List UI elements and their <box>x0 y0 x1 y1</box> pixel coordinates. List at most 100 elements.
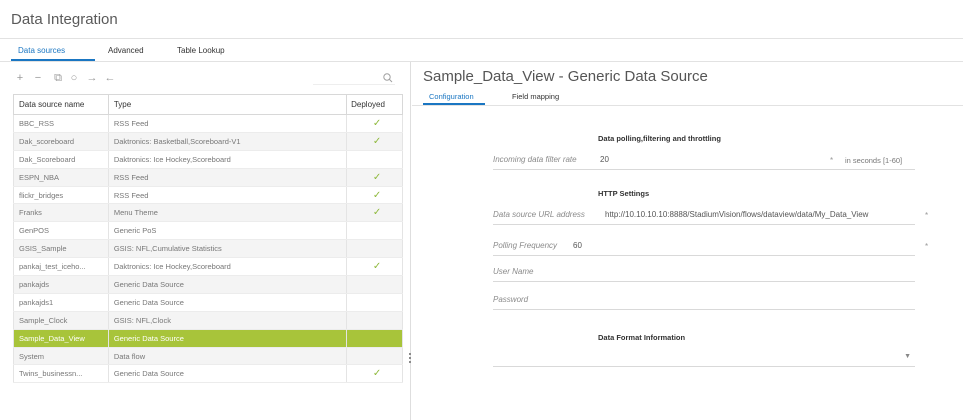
polling-section-heading: Data polling,filtering and throttling <box>598 134 721 143</box>
data-source-type-cell: Menu Theme <box>107 203 348 223</box>
table-row[interactable]: Twins_businessn... Generic Data Source ✓ <box>13 364 403 384</box>
data-source-name-cell: pankaj_test_iceho... <box>13 257 109 277</box>
table-row[interactable]: System Data flow <box>13 347 403 366</box>
table-row[interactable]: GenPOS Generic PoS <box>13 221 403 241</box>
data-source-type-cell: Generic Data Source <box>107 364 348 384</box>
checkmark-icon: ✓ <box>372 261 382 273</box>
data-source-type-cell: RSS Feed <box>107 114 348 133</box>
copy-icon[interactable]: ⧉ <box>51 70 65 86</box>
column-header-type[interactable]: Type <box>107 94 348 115</box>
data-source-type-cell: Daktronics: Basketball,Scoreboard-V1 <box>107 132 348 151</box>
add-icon[interactable]: + <box>13 70 27 86</box>
tab-table-lookup[interactable]: Table Lookup <box>177 46 225 55</box>
tab-configuration[interactable]: Configuration <box>429 92 474 101</box>
polling-frequency-required-marker: * <box>925 242 929 251</box>
column-header-name[interactable]: Data source name <box>13 94 109 115</box>
tab-advanced[interactable]: Advanced <box>108 46 144 55</box>
deployed-cell: ✓ <box>346 186 403 205</box>
deployed-cell <box>346 347 403 366</box>
deployed-cell <box>346 329 403 348</box>
title-divider <box>0 38 963 39</box>
deployed-cell <box>346 275 403 294</box>
checkmark-icon: ✓ <box>372 171 382 183</box>
import-icon[interactable]: → <box>85 70 99 86</box>
detail-title: Sample_Data_View - Generic Data Source <box>423 68 708 85</box>
url-field: Data source URL address http://10.10.10.… <box>493 205 915 225</box>
data-source-name-cell: System <box>13 347 109 366</box>
data-source-type-cell: RSS Feed <box>107 168 348 187</box>
table-header-row: Data source name Type Deployed <box>13 94 403 115</box>
filter-rate-input[interactable]: 20 <box>600 155 609 164</box>
polling-frequency-label: Polling Frequency <box>493 241 558 250</box>
data-source-name-cell: BBC_RSS <box>13 114 109 133</box>
checkmark-icon: ✓ <box>372 189 382 201</box>
data-source-type-cell: Generic Data Source <box>107 329 348 348</box>
deployed-cell <box>346 150 403 169</box>
deployed-cell <box>346 293 403 312</box>
table-row[interactable]: ESPN_NBA RSS Feed ✓ <box>13 168 403 187</box>
url-input[interactable]: http://10.10.10.10:8888/StadiumVision/fl… <box>605 210 911 219</box>
data-source-name-cell: pankajds1 <box>13 293 109 312</box>
data-source-type-cell: RSS Feed <box>107 186 348 205</box>
export-icon[interactable]: ← <box>103 70 117 86</box>
password-field[interactable]: Password <box>493 290 915 310</box>
filter-rate-required-marker: * <box>830 156 834 165</box>
data-source-name-cell: Dak_Scoreboard <box>13 150 109 169</box>
user-name-field[interactable]: User Name <box>493 262 915 282</box>
checkmark-icon: ✓ <box>372 368 382 380</box>
tabs-divider <box>0 61 963 62</box>
table-row[interactable]: Dak_scoreboard Daktronics: Basketball,Sco… <box>13 132 403 151</box>
table-row[interactable]: GSIS_Sample GSIS: NFL,Cumulative Statisti… <box>13 239 403 259</box>
checkmark-icon: ✓ <box>372 117 382 129</box>
deployed-cell <box>346 239 403 259</box>
deployed-cell: ✓ <box>346 132 403 151</box>
deployed-cell: ✓ <box>346 114 403 133</box>
search-icon[interactable] <box>382 72 394 84</box>
data-source-name-cell: GSIS_Sample <box>13 239 109 259</box>
http-section-heading: HTTP Settings <box>598 189 650 198</box>
table-row[interactable]: pankajds Generic Data Source <box>13 275 403 294</box>
chevron-down-icon[interactable]: ▼ <box>904 353 911 360</box>
user-name-label: User Name <box>493 267 534 276</box>
remove-icon[interactable]: − <box>31 70 45 86</box>
tab-field-mapping[interactable]: Field mapping <box>512 92 559 101</box>
tab-data-sources[interactable]: Data sources <box>18 46 65 55</box>
column-header-deployed[interactable]: Deployed <box>346 94 403 115</box>
data-source-name-cell: pankajds <box>13 275 109 294</box>
polling-frequency-input[interactable]: 60 <box>573 241 582 250</box>
table-row[interactable]: BBC_RSS RSS Feed ✓ <box>13 114 403 133</box>
data-format-dropdown[interactable]: ▼ <box>493 347 915 367</box>
data-sources-table-body: BBC_RSS RSS Feed ✓ Dak_scoreboard Daktronics… <box>13 114 403 384</box>
data-source-name-cell: ESPN_NBA <box>13 168 109 187</box>
data-source-type-cell: GSIS: NFL,Cumulative Statistics <box>107 239 348 259</box>
data-source-type-cell: Generic Data Source <box>107 293 348 312</box>
deployed-cell: ✓ <box>346 257 403 277</box>
data-source-name-cell: Franks <box>13 203 109 223</box>
data-source-toolbar: + − ⧉ ○ → ← <box>13 70 403 88</box>
deployed-cell: ✓ <box>346 364 403 384</box>
format-section-heading: Data Format Information <box>598 333 686 342</box>
data-source-type-cell: Generic Data Source <box>107 275 348 294</box>
data-source-name-cell: GenPOS <box>13 221 109 241</box>
table-row[interactable]: pankaj_test_iceho... Daktronics: Ice Hock… <box>13 257 403 277</box>
refresh-icon[interactable]: ○ <box>67 70 81 86</box>
url-label: Data source URL address <box>493 210 585 219</box>
filter-rate-hint: in seconds [1-60] <box>845 156 903 165</box>
table-row[interactable]: Dak_Scoreboard Daktronics: Ice Hockey,Sco… <box>13 150 403 169</box>
deployed-cell <box>346 311 403 330</box>
data-source-type-cell: Generic PoS <box>107 221 348 241</box>
checkmark-icon: ✓ <box>372 207 382 219</box>
polling-frequency-field: Polling Frequency 60 <box>493 236 915 256</box>
table-row[interactable]: Franks Menu Theme ✓ <box>13 203 403 223</box>
panel-splitter[interactable] <box>410 62 411 420</box>
table-row[interactable]: pankajds1 Generic Data Source <box>13 293 403 312</box>
deployed-cell <box>346 221 403 241</box>
table-row[interactable]: Sample_Data_View Generic Data Source <box>13 329 403 348</box>
app-title: Data Integration <box>11 11 118 28</box>
table-row[interactable]: Sample_Clock GSIS: NFL,Clock <box>13 311 403 330</box>
filter-rate-label: Incoming data filter rate <box>493 155 577 164</box>
data-source-name-cell: flickr_bridges <box>13 186 109 205</box>
table-row[interactable]: flickr_bridges RSS Feed ✓ <box>13 186 403 205</box>
data-source-type-cell: Daktronics: Ice Hockey,Scoreboard <box>107 257 348 277</box>
splitter-grip-icon[interactable] <box>409 353 412 365</box>
